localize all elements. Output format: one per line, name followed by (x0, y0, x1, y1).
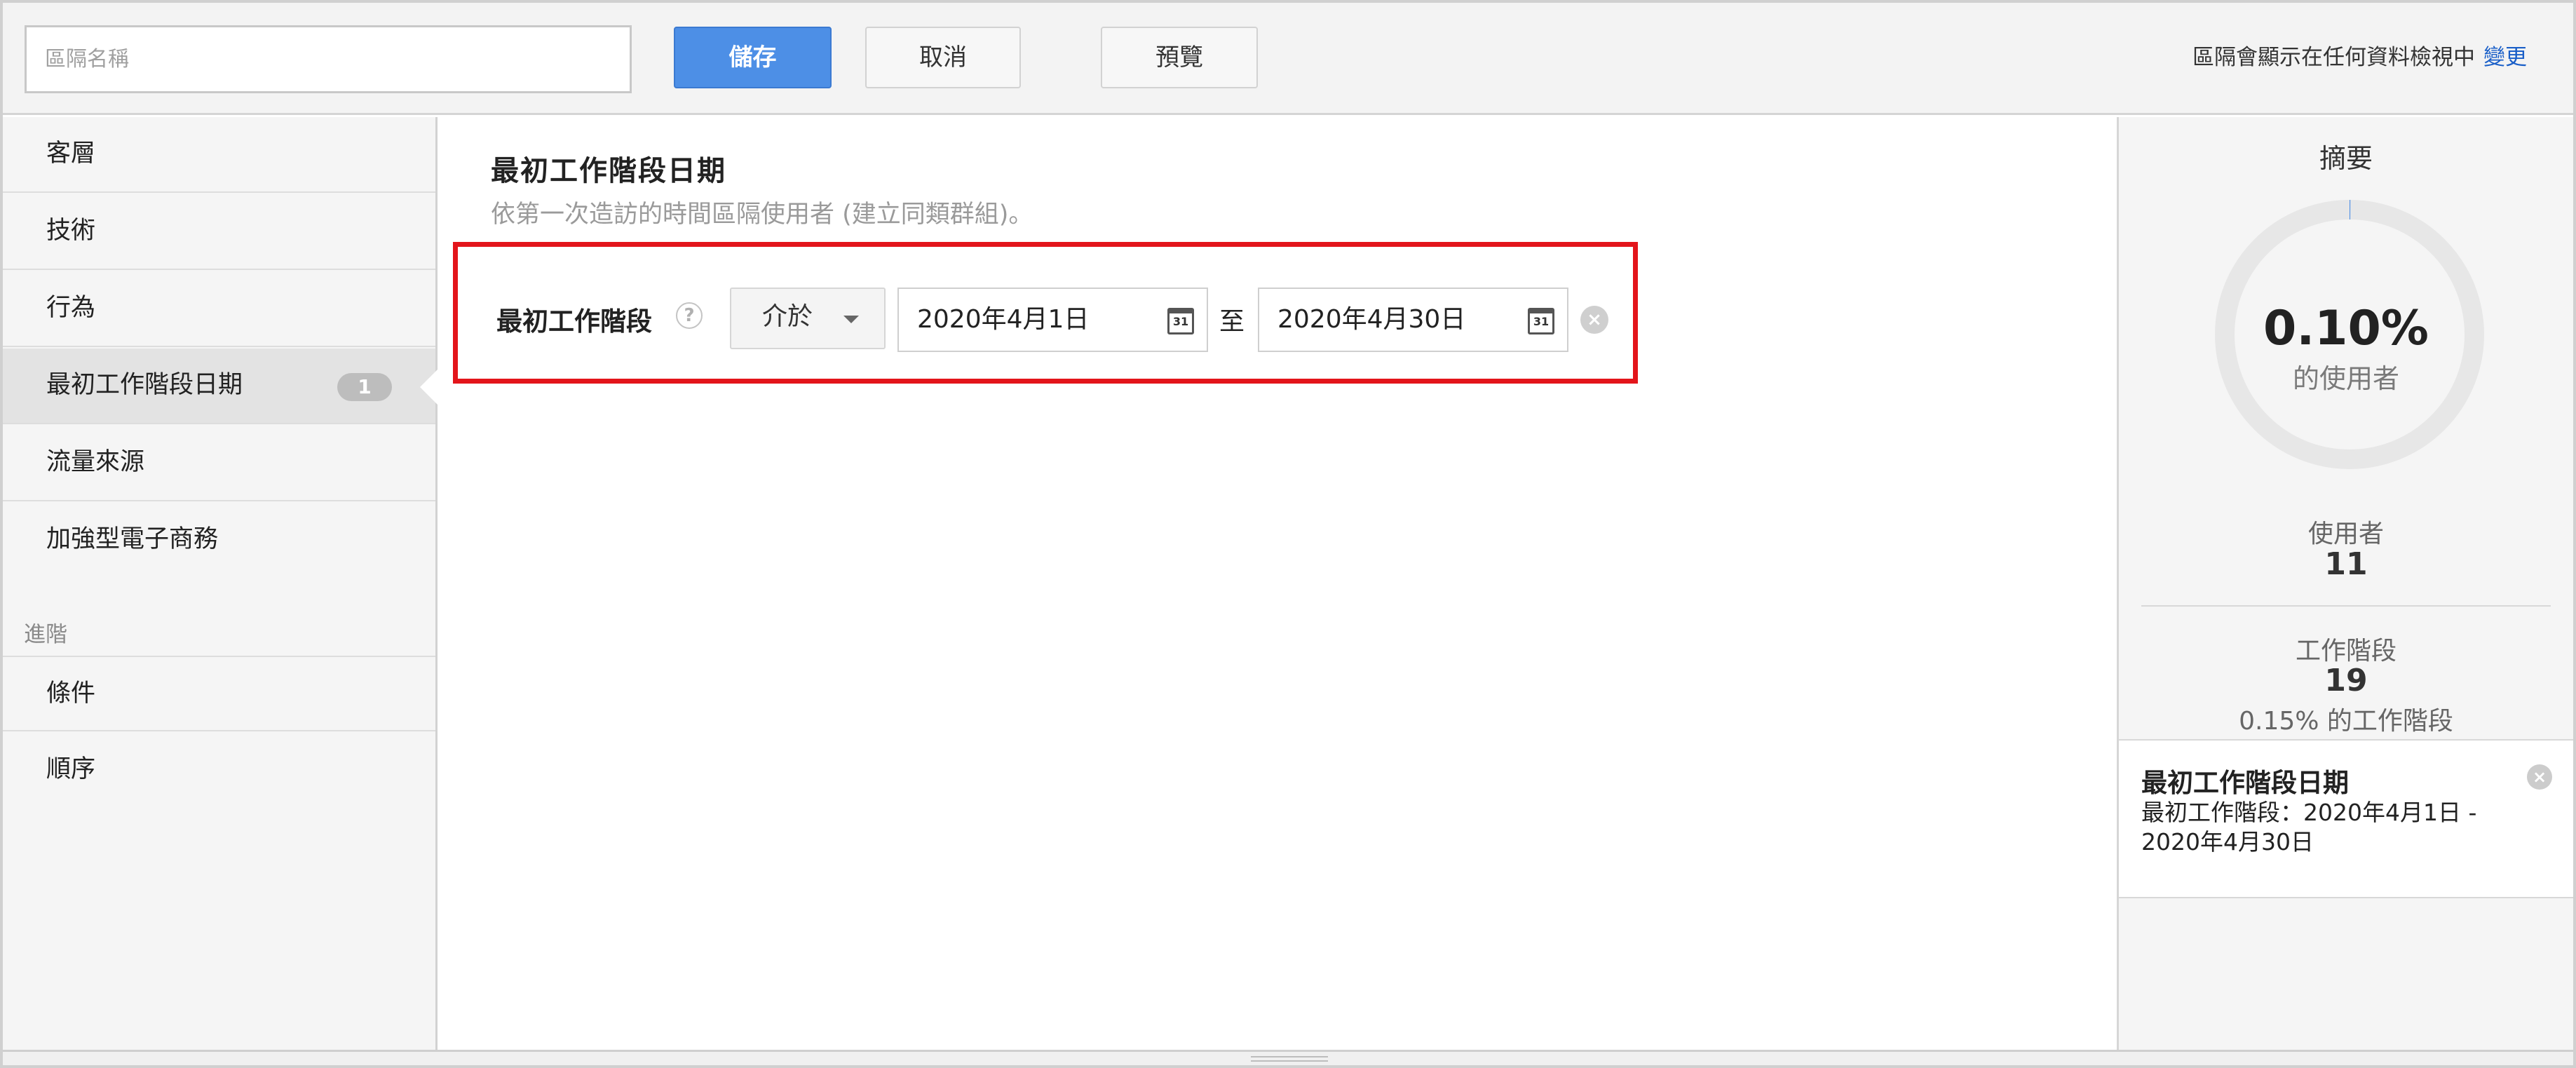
sidebar-item-label: 技術 (46, 217, 96, 245)
end-date-value: 2020年4月30日 (1277, 305, 1466, 334)
calendar-icon[interactable]: 31 (1528, 308, 1554, 334)
sidebar-item-label: 條件 (46, 680, 96, 708)
sidebar-item-label: 順序 (46, 755, 96, 783)
sidebar-item-sequences[interactable]: 順序 (3, 733, 435, 809)
segment-name-input[interactable] (25, 25, 632, 93)
chevron-down-icon (843, 316, 859, 323)
summary-panel: 摘要 0.10% 的使用者 使用者 11 工作階段 19 0.15% 的工作階段… (2117, 117, 2573, 1050)
help-icon[interactable]: ? (676, 302, 703, 329)
sidebar-item-label: 最初工作階段日期 (46, 371, 243, 399)
users-percent-label: 的使用者 (2292, 363, 2399, 394)
applied-condition-detail: 最初工作階段：2020年4月1日 - 2020年4月30日 (2141, 799, 2477, 856)
users-percent: 0.10% (2263, 301, 2429, 356)
sidebar-item-technology[interactable]: 技術 (3, 194, 435, 270)
sidebar-item-label: 流量來源 (46, 448, 145, 476)
start-date-value: 2020年4月1日 (917, 305, 1090, 334)
sidebar-item-demographics[interactable]: 客層 (3, 117, 435, 193)
sidebar-item-conditions[interactable]: 條件 (3, 656, 435, 731)
sessions-percent-note: 0.15% 的工作階段 (2239, 707, 2453, 736)
date-range-separator: 至 (1219, 307, 1245, 336)
remove-applied-condition-icon[interactable]: × (2527, 764, 2552, 790)
applied-condition-card: 最初工作階段日期 最初工作階段：2020年4月1日 - 2020年4月30日 × (2119, 739, 2573, 898)
sidebar-item-behavior[interactable]: 行為 (3, 271, 435, 347)
segment-editor: 儲存 取消 預覽 區隔會顯示在任何資料檢視中變更 客層 技術 行為 最初工作階段… (0, 0, 2576, 1068)
condition-label: 最初工作階段 (496, 306, 652, 337)
visibility-note: 區隔會顯示在任何資料檢視中 變更 (2192, 39, 2527, 71)
page-description: 依第一次造訪的時間區隔使用者 (建立同類群組)。 (491, 201, 1033, 229)
sidebar-item-first-session-date[interactable]: 最初工作階段日期 1 (3, 349, 438, 424)
operator-value: 介於 (762, 302, 813, 331)
resize-handle-icon[interactable] (1251, 1056, 1328, 1062)
sidebar-item-label: 客層 (46, 140, 96, 168)
save-button[interactable]: 儲存 (674, 27, 832, 88)
bottom-resize-bar (3, 1050, 2573, 1065)
operator-select[interactable]: 介於 (730, 288, 886, 349)
sidebar-item-label: 行為 (46, 294, 96, 322)
end-date-field[interactable]: 2020年4月30日 31 (1258, 288, 1568, 352)
cancel-button[interactable]: 取消 (865, 27, 1021, 88)
remove-condition-icon[interactable]: × (1580, 306, 1608, 334)
users-label: 使用者 (2307, 520, 2384, 548)
condition-editor-panel: 最初工作階段日期 依第一次造訪的時間區隔使用者 (建立同類群組)。 最初工作階段… (438, 117, 2117, 1050)
summary-divider (2141, 605, 2551, 607)
sidebar-item-label: 加強型電子商務 (46, 525, 219, 553)
sidebar-item-traffic-sources[interactable]: 流量來源 (3, 426, 435, 501)
advanced-section-header: 進階 (24, 622, 67, 647)
active-pointer-icon (420, 370, 438, 405)
calendar-icon[interactable]: 31 (1167, 308, 1194, 334)
sidebar-item-enhanced-ecommerce[interactable]: 加強型電子商務 (3, 503, 435, 579)
change-visibility-link[interactable]: 變更 (2483, 45, 2527, 70)
users-count: 11 (2324, 546, 2368, 582)
start-date-field[interactable]: 2020年4月1日 31 (897, 288, 1208, 352)
segment-toolbar: 儲存 取消 預覽 區隔會顯示在任何資料檢視中變更 (3, 3, 2573, 115)
sessions-label: 工作階段 (2295, 637, 2397, 665)
summary-title: 摘要 (2319, 143, 2373, 174)
applied-condition-title: 最初工作階段日期 (2141, 768, 2349, 798)
page-title: 最初工作階段日期 (491, 155, 726, 187)
visibility-note-text: 區隔會顯示在任何資料檢視中 (2192, 45, 2475, 70)
condition-count-badge: 1 (337, 373, 392, 401)
segment-category-sidebar: 客層 技術 行為 最初工作階段日期 1 流量來源 加強型電子商務 進階 條件 順… (3, 117, 438, 1050)
preview-button[interactable]: 預覽 (1101, 27, 1258, 88)
sessions-count: 19 (2324, 663, 2368, 698)
